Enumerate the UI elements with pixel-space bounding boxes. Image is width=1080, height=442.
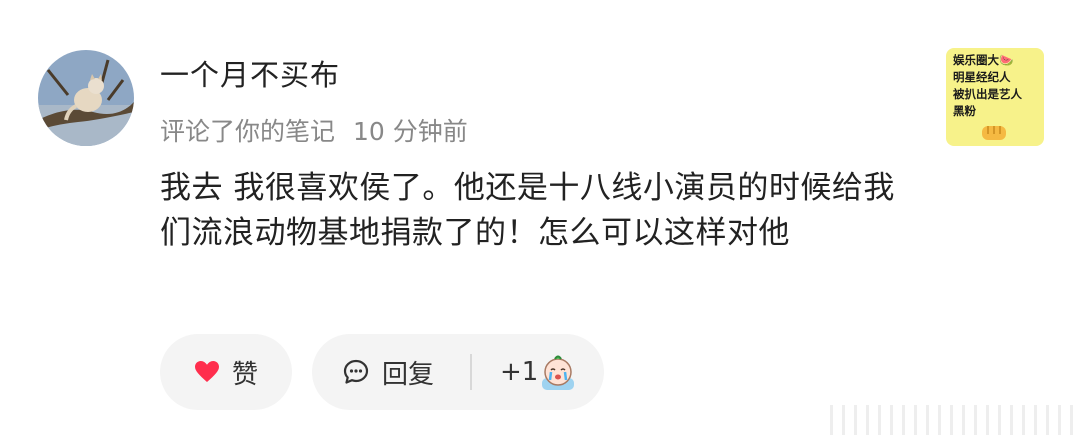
cat-on-tree-avatar-icon xyxy=(38,50,134,146)
like-label: 赞 xyxy=(231,359,258,390)
reply-button[interactable]: 回复 xyxy=(312,334,434,410)
username[interactable]: 一个月不买布 xyxy=(160,52,340,94)
comment-notification-card: 一个月不买布 评论了你的笔记 10 分钟前 我去 我很喜欢侯了。他还是十八线小演员… xyxy=(0,0,1080,442)
reply-label: 回复 xyxy=(382,359,435,390)
comment-text: 我去 我很喜欢侯了。他还是十八线小演员的时候给我们流浪动物基地捐款了的！怎么可以… xyxy=(160,170,895,251)
note-thumbnail[interactable]: 娱乐圈大🍉 明星经纪人 被扒出是艺人 黑粉 xyxy=(946,48,1044,146)
divider xyxy=(470,354,472,390)
reaction-button[interactable]: +1 xyxy=(500,334,578,410)
action-text: 评论了你的笔记 xyxy=(160,117,336,146)
timestamp: 10 分钟前 xyxy=(353,117,468,146)
reaction-count: +1 xyxy=(500,357,539,387)
crying-sticker-icon xyxy=(542,355,575,390)
comment-bubble-icon xyxy=(343,359,369,384)
comment-meta: 评论了你的笔记 10 分钟前 xyxy=(160,112,468,148)
like-button[interactable]: 赞 xyxy=(160,334,292,410)
note-thumbnail-text: 娱乐圈大🍉 明星经纪人 被扒出是艺人 黑粉 xyxy=(953,53,1022,118)
watermark xyxy=(830,405,1080,435)
fist-emoji-icon xyxy=(982,126,1006,140)
heart-icon xyxy=(194,361,219,382)
reply-reaction-bar: 回复 +1 xyxy=(312,334,604,410)
avatar[interactable] xyxy=(38,50,134,146)
